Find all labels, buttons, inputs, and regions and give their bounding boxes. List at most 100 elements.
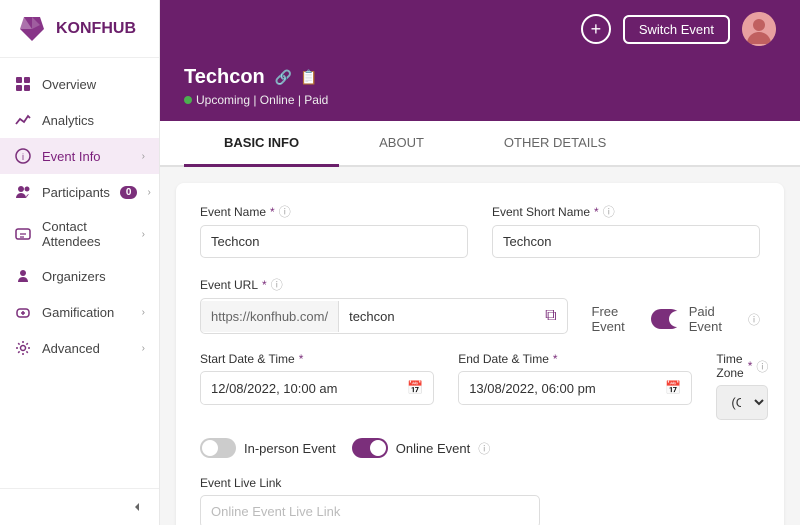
timezone-label: Time Zone * ⓘ [716,352,768,380]
end-date-label: End Date & Time * [458,352,692,366]
event-short-name-group: Event Short Name * ⓘ [492,203,760,258]
logo-icon [16,13,48,45]
start-date-label: Start Date & Time * [200,352,434,366]
payment-type-group: Free Event Paid Event ⓘ [592,276,760,334]
event-title-row: Techcon 🔗 📋 [184,66,776,89]
event-url-label: Event URL * ⓘ [200,276,568,293]
online-label: Online Event [396,441,470,456]
event-name-input[interactable] [200,225,468,258]
paid-event-label: Paid Event [689,304,740,334]
sidebar-item-advanced-label: Advanced [42,341,132,356]
sidebar-item-event-info-label: Event Info [42,149,132,164]
end-date-group: End Date & Time * 📅 [458,352,692,420]
org-icon [14,267,32,285]
end-date-input[interactable] [459,373,655,404]
payment-info-icon[interactable]: ⓘ [748,311,760,328]
logo[interactable]: KONFHUB [0,0,159,58]
online-toggle[interactable] [352,438,388,458]
url-prefix: https://konfhub.com/ [201,301,339,332]
in-person-toggle-group: In-person Event [200,438,336,458]
form-row-dates: Start Date & Time * 📅 End Date & Time * [200,352,760,420]
event-type-toggle-row: In-person Event Online Event ⓘ [200,438,760,458]
live-link-group: Event Live Link [200,476,760,525]
url-input[interactable] [339,301,535,332]
add-button[interactable]: + [581,14,611,44]
event-status: Upcoming | Online | Paid [184,93,776,107]
sidebar-item-participants-label: Participants [42,185,110,200]
event-short-name-input[interactable] [492,225,760,258]
live-link-label: Event Live Link [200,476,760,490]
tab-other-details[interactable]: OTHER DETAILS [464,121,646,167]
free-event-label: Free Event [592,304,644,334]
chart-icon [14,111,32,129]
svg-text:i: i [22,152,24,162]
info-icon: i [14,147,32,165]
sidebar-item-participants[interactable]: Participants 0 › [0,174,159,210]
in-person-knob [202,440,218,456]
content-area: BASIC INFO ABOUT OTHER DETAILS Event Nam… [160,121,800,525]
chevron-right-icon4: › [142,307,145,318]
event-header: Techcon 🔗 📋 Upcoming | Online | Paid [160,58,800,121]
tab-basic-info[interactable]: BASIC INFO [184,121,339,167]
switch-event-button[interactable]: Switch Event [623,15,730,44]
start-date-input[interactable] [201,373,397,404]
timezone-info-icon[interactable]: ⓘ [756,358,768,375]
form-container: Event Name * ⓘ Event Short Name * ⓘ [176,183,784,525]
sidebar-item-analytics-label: Analytics [42,113,145,128]
event-title: Techcon [184,66,265,89]
sidebar-item-gamification[interactable]: Gamification › [0,294,159,330]
logo-text: KONFHUB [56,20,136,38]
event-status-text: Upcoming | Online | Paid [196,93,328,107]
sidebar-item-analytics[interactable]: Analytics [0,102,159,138]
sidebar-item-advanced[interactable]: Advanced › [0,330,159,366]
in-person-label: In-person Event [244,441,336,456]
user-avatar[interactable] [742,12,776,46]
sidebar-item-contact-attendees[interactable]: Contact Attendees › [0,210,159,258]
chevron-right-icon3: › [142,229,145,240]
url-info-icon[interactable]: ⓘ [271,276,283,293]
top-bar: + Switch Event [160,0,800,58]
start-date-wrapper: 📅 [200,371,434,405]
url-copy-icon[interactable]: ⧉ [535,299,566,333]
sidebar-item-gamification-label: Gamification [42,305,132,320]
chevron-right-icon2: › [147,187,150,198]
sidebar-collapse-btn[interactable] [0,488,159,525]
online-knob [370,440,386,456]
sidebar-item-organizers-label: Organizers [42,269,145,284]
event-title-icons: 🔗 📋 [275,69,318,86]
online-info-icon[interactable]: ⓘ [478,440,490,457]
timezone-group: Time Zone * ⓘ (GMT+5:30) Asia/Kolkata [716,352,768,420]
timezone-select[interactable]: (GMT+5:30) Asia/Kolkata [716,385,768,420]
online-toggle-group: Online Event ⓘ [352,438,490,458]
sidebar-item-overview[interactable]: Overview [0,66,159,102]
sidebar-item-organizers[interactable]: Organizers [0,258,159,294]
form-row-url: Event URL * ⓘ https://konfhub.com/ ⧉ Fre… [200,276,760,334]
live-link-input[interactable] [200,495,540,525]
start-date-group: Start Date & Time * 📅 [200,352,434,420]
game-icon [14,303,32,321]
event-short-name-info-icon[interactable]: ⓘ [603,203,615,220]
settings-icon [14,339,32,357]
sidebar-item-event-info[interactable]: i Event Info › [0,138,159,174]
event-name-label: Event Name * ⓘ [200,203,468,220]
link-icon[interactable]: 🔗 [275,69,292,86]
status-dot [184,96,192,104]
tabs-bar: BASIC INFO ABOUT OTHER DETAILS [160,121,800,167]
participants-badge: 0 [120,186,138,199]
event-name-info-icon[interactable]: ⓘ [279,203,291,220]
end-date-calendar-icon[interactable]: 📅 [655,372,691,404]
sidebar-nav: Overview Analytics i Event Info › Partic… [0,58,159,488]
sidebar-item-overview-label: Overview [42,77,145,92]
chevron-right-icon: › [142,151,145,162]
grid-icon [14,75,32,93]
start-date-calendar-icon[interactable]: 📅 [397,372,433,404]
copy-icon[interactable]: 📋 [300,69,317,86]
main-content: + Switch Event Techcon 🔗 📋 Upcoming | On… [160,0,800,525]
people-icon [14,183,32,201]
in-person-toggle[interactable] [200,438,236,458]
form-row-names: Event Name * ⓘ Event Short Name * ⓘ [200,203,760,258]
event-short-name-label: Event Short Name * ⓘ [492,203,760,220]
payment-toggle-switch[interactable] [651,309,680,329]
tab-about[interactable]: ABOUT [339,121,464,167]
url-input-wrapper: https://konfhub.com/ ⧉ [200,298,568,334]
